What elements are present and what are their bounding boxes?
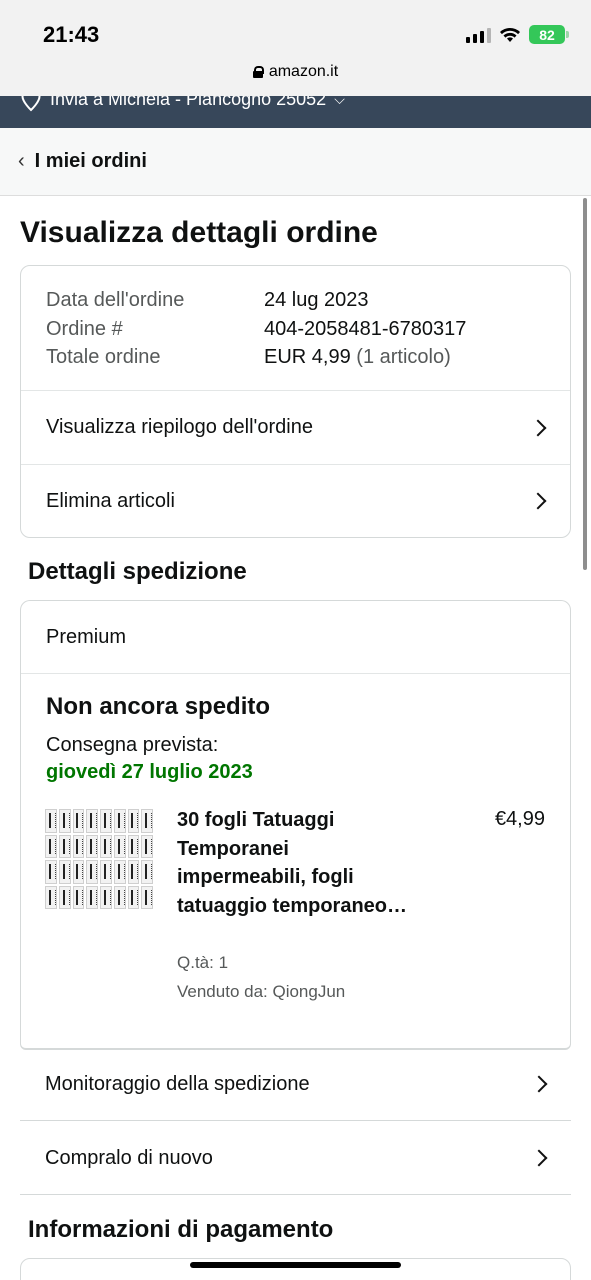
order-total-label: Totale ordine <box>46 346 161 368</box>
wifi-icon <box>500 27 520 42</box>
order-number-value: 404-2058481-6780317 <box>264 317 467 340</box>
url-text: amazon.it <box>268 63 339 80</box>
location-pin-icon <box>21 96 41 112</box>
delivery-text: Invia a Michela - Piancogno 25052 <box>50 96 327 109</box>
order-info-card: Data dell'ordine 24 lug 2023 Ordine # 40… <box>20 265 571 538</box>
order-total-row: Totale ordine EUR 4,99 (1 articolo) <box>46 343 545 372</box>
shipment-card: Premium Non ancora spedito Consegna prev… <box>20 600 571 1050</box>
shipping-service: Premium <box>21 601 570 674</box>
expected-delivery-date: giovedì 27 luglio 2023 <box>46 761 253 783</box>
order-date-value: 24 lug 2023 <box>264 289 369 311</box>
status-bar: 21:43 82 amazon.it <box>0 0 591 96</box>
buy-again-link[interactable]: Compralo di nuovo <box>20 1122 571 1195</box>
product-title-link[interactable]: 30 fogli Tatuaggi Temporanei impermeabil… <box>177 806 407 920</box>
url-bar[interactable]: amazon.it <box>0 63 591 81</box>
order-number-row: Ordine # 404-2058481-6780317 <box>46 315 545 344</box>
order-summary-link[interactable]: Visualizza riepilogo dell'ordine <box>21 391 570 464</box>
delete-items-link[interactable]: Elimina articoli <box>21 464 570 537</box>
order-number-label: Ordine # <box>46 317 123 340</box>
shipment-status: Non ancora spedito <box>46 693 271 720</box>
battery-level: 82 <box>539 26 555 43</box>
delivery-location-bar[interactable]: Invia a Michela - Piancogno 25052 ⌵ <box>0 96 591 128</box>
order-info-grid: Data dell'ordine 24 lug 2023 Ordine # 40… <box>21 266 570 391</box>
track-shipment-label: Monitoraggio della spedizione <box>45 1072 310 1095</box>
lock-icon <box>252 66 264 78</box>
product-image[interactable] <box>45 809 153 909</box>
chevron-right-icon <box>529 419 547 436</box>
back-to-orders[interactable]: ‹ I miei ordini <box>0 128 591 196</box>
order-total-value: EUR 4,99 (1 articolo) <box>264 343 451 372</box>
track-shipment-link[interactable]: Monitoraggio della spedizione <box>20 1048 571 1121</box>
chevron-right-icon <box>530 1149 548 1167</box>
product-quantity: Q.tà: 1 <box>177 953 229 972</box>
order-total-items: (1 articolo) <box>356 346 451 368</box>
status-icons: 82 <box>466 25 569 44</box>
status-time: 21:43 <box>43 22 100 47</box>
order-total-amount: EUR 4,99 <box>264 346 351 368</box>
order-date-label: Data dell'ordine <box>46 289 185 311</box>
order-summary-label: Visualizza riepilogo dell'ordine <box>46 416 313 438</box>
expected-delivery-label: Consegna prevista: <box>46 734 219 756</box>
battery-icon: 82 <box>529 25 569 44</box>
payment-section-title: Informazioni di pagamento <box>28 1216 334 1243</box>
home-indicator <box>190 1262 401 1268</box>
back-label: I miei ordini <box>34 150 147 172</box>
chevron-down-icon: ⌵ <box>334 96 345 107</box>
signal-icon <box>466 27 491 43</box>
shipping-section-title: Dettagli spedizione <box>28 558 247 585</box>
scrollbar[interactable] <box>583 198 587 570</box>
product-price: €4,99 <box>494 808 545 830</box>
chevron-right-icon <box>530 1075 548 1093</box>
delete-items-label: Elimina articoli <box>46 489 175 512</box>
chevron-left-icon: ‹ <box>18 150 25 172</box>
buy-again-label: Compralo di nuovo <box>45 1146 213 1169</box>
order-date-row: Data dell'ordine 24 lug 2023 <box>46 286 545 315</box>
chevron-right-icon <box>529 492 547 510</box>
page-title: Visualizza dettagli ordine <box>20 216 378 249</box>
product-seller: Venduto da: QiongJun <box>177 982 346 1001</box>
